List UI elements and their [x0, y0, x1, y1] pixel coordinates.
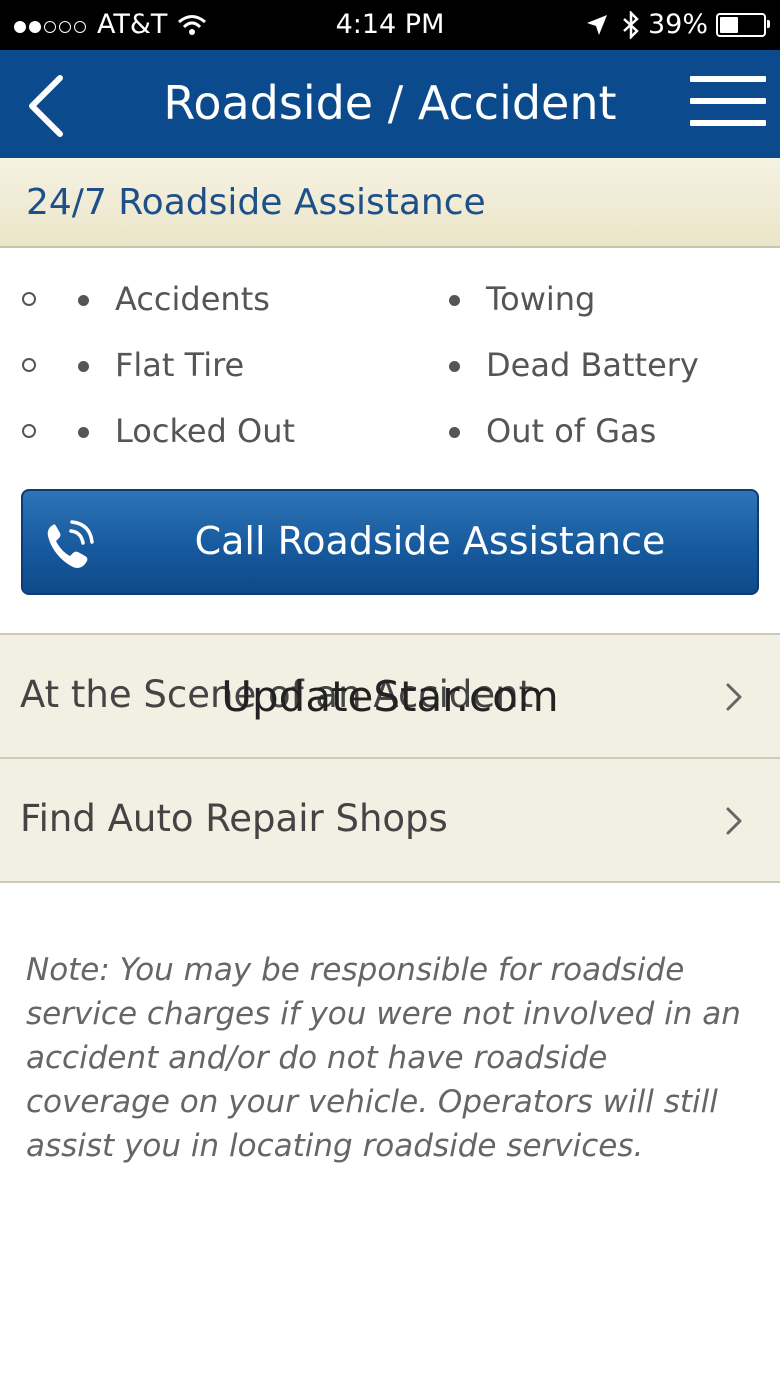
bullet-icon: [78, 427, 89, 438]
service-item: Accidents: [115, 280, 270, 318]
hollow-bullet-icon: [22, 358, 36, 372]
status-right: 39%: [586, 9, 770, 40]
menu-line: [690, 76, 766, 82]
navigation-bar: Roadside / Accident: [0, 50, 780, 158]
services-list: Accidents Towing Flat Tire Dead Battery …: [0, 270, 780, 468]
service-item: Towing: [486, 280, 596, 318]
menu-line: [690, 120, 766, 126]
service-item: Out of Gas: [486, 412, 657, 450]
battery-fill: [720, 16, 738, 33]
section-header: 24/7 Roadside Assistance: [0, 158, 780, 248]
location-arrow-icon: [586, 14, 607, 35]
disclaimer-note: Note: You may be responsible for roadsid…: [26, 952, 741, 1164]
hollow-bullet-icon: [22, 292, 36, 306]
status-bar: AT&T 4:14 PM 39%: [0, 0, 780, 50]
hamburger-menu-icon[interactable]: [690, 76, 766, 130]
list-item-label: Find Auto Repair Shops: [20, 797, 448, 840]
call-button-label: Call Roadside Assistance: [194, 519, 666, 563]
watermark-text: UpdateStar.com: [221, 672, 559, 721]
bullet-icon: [78, 361, 89, 372]
page-title: Roadside / Accident: [163, 76, 617, 130]
service-row: Accidents Towing: [0, 270, 780, 336]
bullet-icon: [449, 427, 460, 438]
bullet-icon: [449, 361, 460, 372]
service-row: Flat Tire Dead Battery: [0, 336, 780, 402]
list-item-find-auto-repair[interactable]: Find Auto Repair Shops: [0, 757, 780, 883]
battery-percent: 39%: [647, 9, 708, 40]
service-row: Locked Out Out of Gas: [0, 402, 780, 468]
service-item: Locked Out: [115, 412, 296, 450]
service-item: Flat Tire: [115, 346, 245, 384]
menu-line: [690, 98, 766, 104]
hollow-bullet-icon: [22, 424, 36, 438]
bullet-icon: [78, 295, 89, 306]
phone-ringing-icon: [47, 520, 94, 568]
battery-icon: [716, 12, 770, 37]
service-item: Dead Battery: [486, 346, 699, 384]
bluetooth-icon: [623, 10, 639, 39]
call-roadside-assistance-button[interactable]: Call Roadside Assistance: [21, 489, 759, 595]
bullet-icon: [449, 295, 460, 306]
section-header-title: 24/7 Roadside Assistance: [26, 182, 486, 223]
chevron-right-icon: [726, 807, 742, 835]
